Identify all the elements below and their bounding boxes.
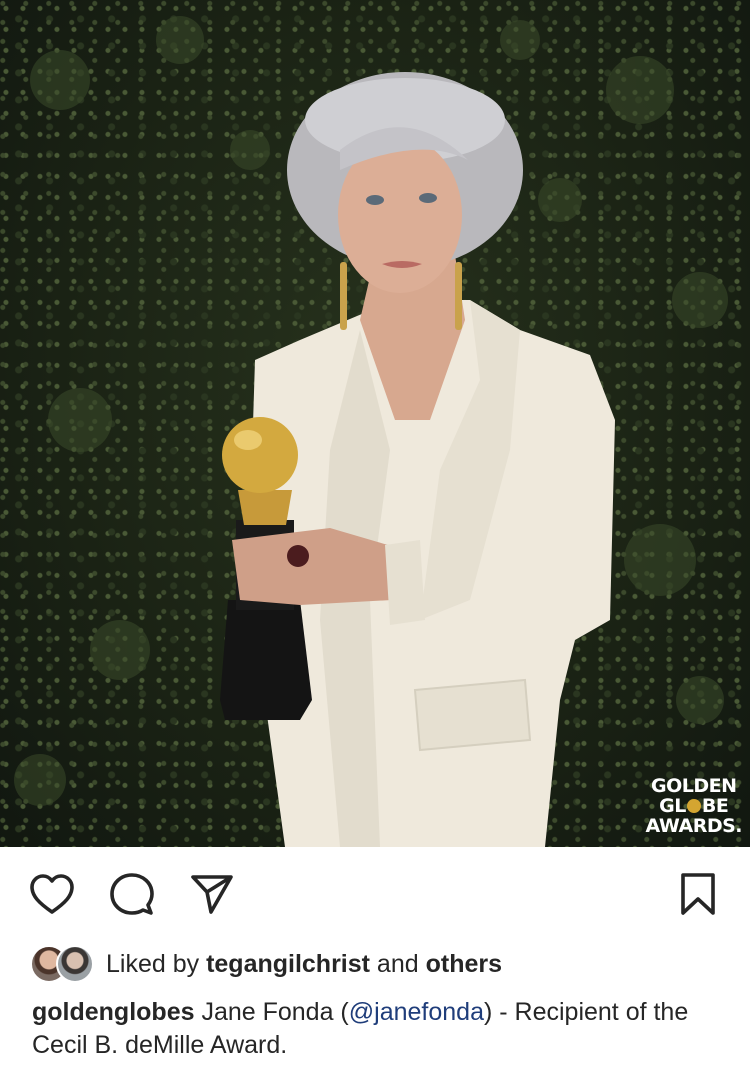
logo-line-2: GL BE [659, 795, 729, 817]
bookmark-icon [681, 873, 715, 915]
avatar [56, 945, 94, 983]
likes-prefix: Liked by [106, 949, 207, 978]
like-button[interactable] [28, 866, 76, 922]
action-bar [0, 866, 750, 926]
caption-mention-link[interactable]: @janefonda [349, 998, 484, 1026]
heart-icon [30, 874, 74, 914]
liker-avatars [30, 945, 100, 983]
comment-button[interactable] [108, 866, 156, 922]
logo-line-1: GOLDEN [651, 775, 737, 797]
post-caption: goldenglobes Jane Fonda (@janefonda) - R… [32, 996, 722, 1062]
post-photo[interactable]: GOLDEN GL BE AWARDS. [0, 0, 750, 847]
paper-plane-icon [191, 875, 233, 914]
instagram-post: GOLDEN GL BE AWARDS. Liked by tegangilch… [0, 0, 750, 1065]
liker-username[interactable]: tegangilchrist [206, 950, 370, 979]
likes-summary[interactable]: Liked by tegangilchrist and others [30, 944, 502, 984]
photo-illustration [14, 16, 728, 847]
logo-line-3: AWARDS. [645, 815, 743, 837]
caption-username[interactable]: goldenglobes [32, 998, 195, 1026]
save-button[interactable] [674, 866, 722, 922]
share-button[interactable] [188, 866, 236, 922]
likes-middle: and [369, 949, 426, 978]
likes-others-link[interactable]: others [426, 950, 502, 979]
caption-text: Jane Fonda ( [194, 998, 349, 1026]
globe-icon [686, 799, 701, 813]
comment-icon [110, 873, 154, 915]
golden-globe-awards-logo: GOLDEN GL BE AWARDS. [645, 775, 743, 837]
